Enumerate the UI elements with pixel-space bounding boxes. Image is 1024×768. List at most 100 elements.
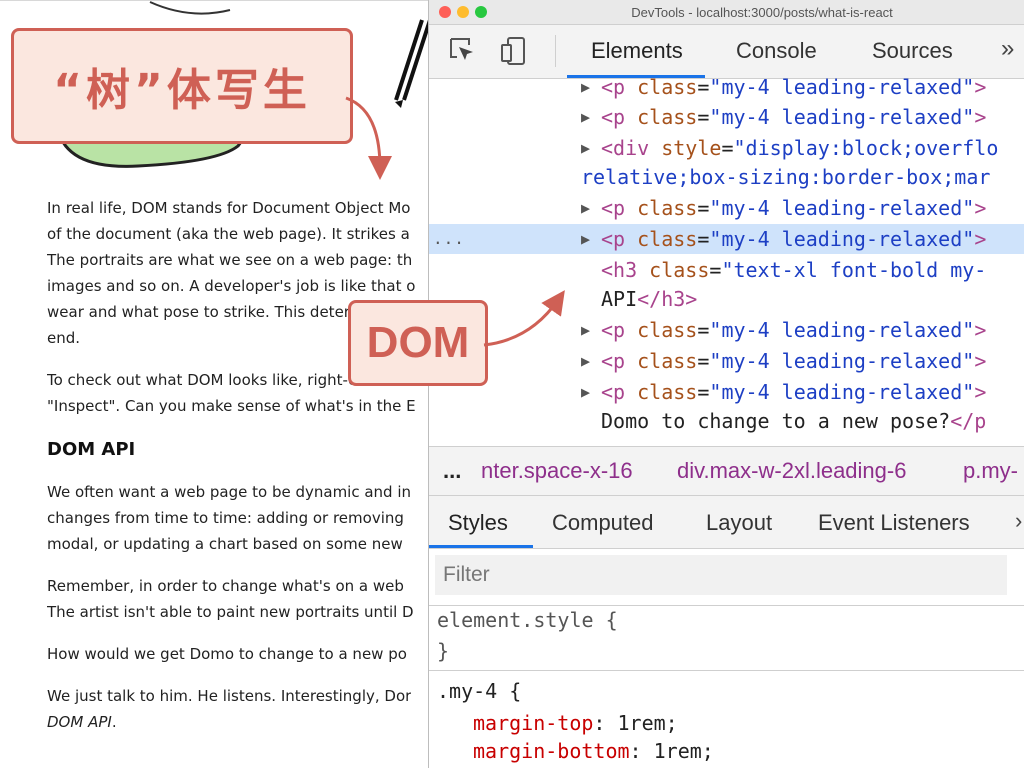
- attr-equals: =: [697, 105, 710, 129]
- node-attr: class: [637, 105, 698, 129]
- article-line: We just talk to him. He listens. Interes…: [47, 687, 412, 705]
- dom-node-row[interactable]: ▶ <p class="my-4 leading-relaxed">: [429, 193, 1024, 223]
- css-property-value: 1rem;: [617, 711, 678, 735]
- expand-triangle-icon[interactable]: ▶: [581, 193, 590, 223]
- rule-open-brace: {: [509, 679, 522, 703]
- attr-equals: =: [697, 196, 710, 220]
- expand-triangle-icon[interactable]: ▶: [581, 102, 590, 132]
- article-line: images and so on. A developer's job is l…: [47, 277, 416, 295]
- node-attr: class: [637, 227, 698, 251]
- node-attr: class: [637, 380, 698, 404]
- breadcrumb-item[interactable]: p.my-: [963, 447, 1018, 495]
- more-subtabs-button[interactable]: ›: [1015, 508, 1022, 534]
- section-heading-dom-api: DOM API: [47, 439, 136, 460]
- tab-computed[interactable]: Computed: [552, 510, 654, 536]
- expand-triangle-icon[interactable]: ▶: [581, 224, 590, 254]
- css-rule-selector[interactable]: .my-4 {: [437, 679, 521, 703]
- dom-node-row[interactable]: ▶ <p class="my-4 leading-relaxed">: [429, 377, 1024, 407]
- attr-equals: =: [697, 227, 710, 251]
- node-actions-ellipsis[interactable]: ...: [433, 224, 465, 254]
- breadcrumb-item[interactable]: nter.space-x-16: [481, 447, 633, 495]
- article-line: modal, or updating a chart based on some…: [47, 535, 403, 553]
- expand-triangle-icon[interactable]: ▶: [581, 133, 590, 163]
- dom-node-row[interactable]: ▶ <p class="my-4 leading-relaxed">: [429, 78, 1024, 102]
- device-toolbar-icon[interactable]: [499, 35, 531, 67]
- node-close-tag: </h3>: [637, 287, 698, 311]
- tab-event-listeners[interactable]: Event Listeners: [818, 510, 970, 536]
- sentence-end: .: [111, 713, 117, 731]
- node-tag: <p: [601, 349, 626, 373]
- node-text: Domo to change to a new pose?: [601, 409, 951, 433]
- tab-layout[interactable]: Layout: [706, 510, 772, 536]
- breadcrumb-item[interactable]: div.max-w-2xl.leading-6: [677, 447, 906, 495]
- dom-node-row[interactable]: ▶ <p class="my-4 leading-relaxed">: [429, 346, 1024, 376]
- dom-node-row[interactable]: ▶ <p class="my-4 leading-relaxed">: [429, 102, 1024, 132]
- element-style-rule[interactable]: element.style {: [437, 608, 618, 632]
- active-subtab-indicator: [429, 545, 533, 548]
- css-declaration[interactable]: margin-bottom: 1rem;: [473, 739, 714, 763]
- toolbar-divider: [555, 35, 556, 67]
- node-tag: <p: [601, 105, 626, 129]
- attr-equals: =: [697, 318, 710, 342]
- node-tag-end: >: [974, 318, 987, 342]
- rule-divider: [429, 670, 1024, 671]
- styles-filter-input[interactable]: [435, 555, 1007, 595]
- dom-node-row[interactable]: API</h3>: [429, 284, 1024, 314]
- node-tag: <p: [601, 227, 626, 251]
- node-attr: class: [637, 349, 698, 373]
- article-line: In real life, DOM stands for Document Ob…: [47, 199, 411, 217]
- node-tag-end: >: [974, 380, 987, 404]
- node-tag-end: >: [974, 196, 987, 220]
- expand-triangle-icon[interactable]: ▶: [581, 315, 590, 345]
- dom-node-row[interactable]: Domo to change to a new pose?</p: [429, 406, 1024, 436]
- more-tabs-button[interactable]: »: [1001, 35, 1014, 63]
- node-tag-end: >: [974, 349, 987, 373]
- italic-term: DOM API: [47, 713, 112, 731]
- dom-node-row[interactable]: <h3 class="text-xl font-bold my-: [429, 255, 1024, 285]
- node-tag: <p: [601, 318, 626, 342]
- article-line: We often want a web page to be dynamic a…: [47, 483, 412, 501]
- tab-elements[interactable]: Elements: [591, 38, 683, 64]
- node-attr-value: "my-4 leading-relaxed": [709, 380, 975, 404]
- node-attr-value: "text-xl font-bold my-: [721, 258, 987, 282]
- dom-node-row[interactable]: ▶ <div style="display:block;overflo: [429, 133, 1024, 163]
- article-line: How would we get Domo to change to a new…: [47, 645, 407, 663]
- styles-subtabbar: Styles Computed Layout Event Listeners ›: [429, 496, 1024, 549]
- dom-node-row[interactable]: ▶ <p class="my-4 leading-relaxed">: [429, 315, 1024, 345]
- selector-text: .my-4: [437, 679, 498, 703]
- styles-filter-bar: [429, 549, 1024, 606]
- breadcrumb-overflow-button[interactable]: ...: [443, 447, 461, 495]
- tab-console[interactable]: Console: [736, 38, 817, 64]
- elements-dom-tree[interactable]: ▶ <p class="my-4 leading-relaxed"> ▶ <p …: [429, 78, 1024, 446]
- node-attr-value: "display:block;overflo: [733, 136, 999, 160]
- node-text: API: [601, 287, 638, 311]
- node-attr: style: [661, 136, 722, 160]
- article-line: "Inspect". Can you make sense of what's …: [47, 397, 416, 415]
- node-attr: class: [649, 258, 710, 282]
- expand-triangle-icon[interactable]: ▶: [581, 346, 590, 376]
- rule-close-brace: }: [437, 639, 450, 663]
- css-declaration[interactable]: margin-top: 1rem;: [473, 711, 678, 735]
- node-attr: class: [637, 196, 698, 220]
- node-tag: <p: [601, 78, 626, 99]
- css-property-name: margin-bottom: [473, 739, 630, 763]
- inspect-element-icon[interactable]: [447, 35, 479, 67]
- attr-equals: =: [721, 136, 734, 160]
- tab-styles[interactable]: Styles: [448, 510, 508, 536]
- tab-sources[interactable]: Sources: [872, 38, 953, 64]
- window-titlebar: DevTools - localhost:3000/posts/what-is-…: [429, 0, 1024, 25]
- annotation-label-dom: DOM: [348, 300, 488, 386]
- node-tag-end: >: [974, 105, 987, 129]
- article-line: The portraits are what we see on a web p…: [47, 251, 413, 269]
- dom-node-row-continued[interactable]: relative;box-sizing:border-box;mar: [429, 162, 1024, 192]
- article-line: changes from time to time: adding or rem…: [47, 509, 404, 527]
- css-colon: :: [629, 739, 642, 763]
- node-tag: <p: [601, 196, 626, 220]
- dom-breadcrumb: ... nter.space-x-16 div.max-w-2xl.leadin…: [429, 446, 1024, 496]
- expand-triangle-icon[interactable]: ▶: [581, 78, 590, 102]
- devtools-window: DevTools - localhost:3000/posts/what-is-…: [428, 0, 1024, 768]
- dom-node-row-selected[interactable]: ... ▶ <p class="my-4 leading-relaxed">: [429, 224, 1024, 254]
- node-attr-value: "my-4 leading-relaxed": [709, 227, 975, 251]
- node-attr-value: "my-4 leading-relaxed": [709, 196, 975, 220]
- expand-triangle-icon[interactable]: ▶: [581, 377, 590, 407]
